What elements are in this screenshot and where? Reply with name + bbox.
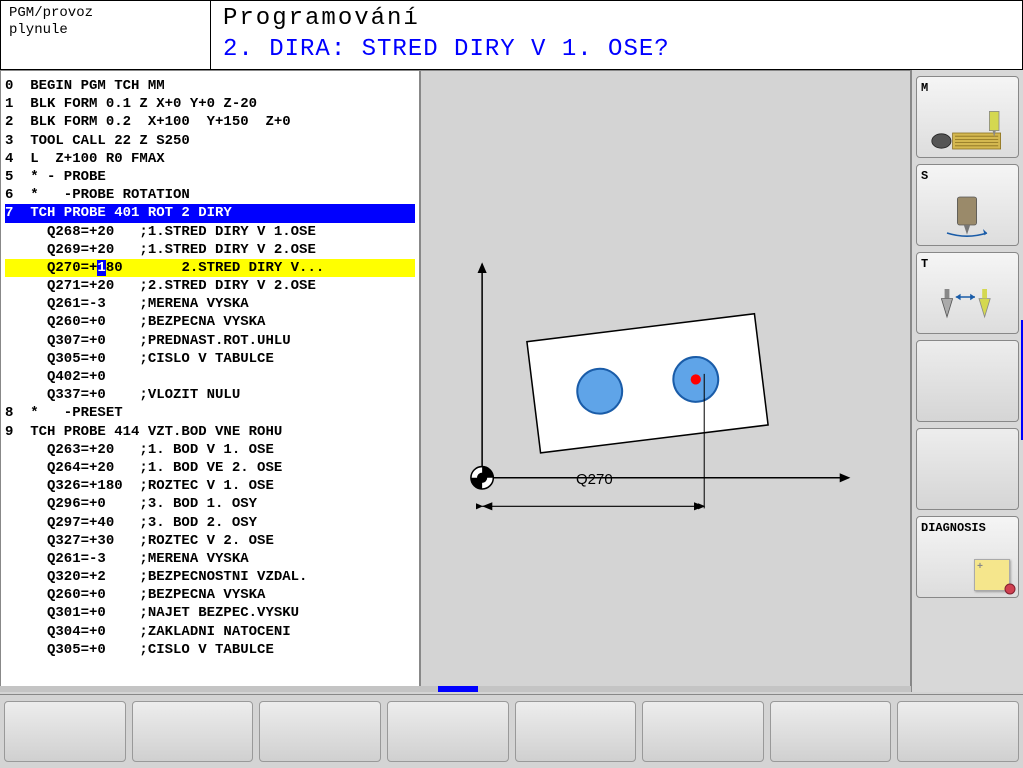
code-line[interactable]: Q269=+20 ;1.STRED DIRY V 2.OSE	[5, 241, 415, 259]
code-line[interactable]: Q260=+0 ;BEZPECNA VYSKA	[5, 313, 415, 331]
code-line[interactable]: 9 TCH PROBE 414 VZT.BOD VNE ROHU	[5, 423, 415, 441]
tool-icon	[921, 281, 1013, 329]
code-line[interactable]: 4 L Z+100 R0 FMAX	[5, 150, 415, 168]
code-line[interactable]: Q261=-3 ;MERENA VYSKA	[5, 550, 415, 568]
side-btn-s[interactable]: S	[916, 164, 1019, 246]
diag-corner-icon	[1004, 583, 1016, 595]
softkey-5[interactable]	[515, 701, 637, 762]
code-line[interactable]: Q301=+0 ;NAJET BEZPEC.VYSKU	[5, 604, 415, 622]
code-line[interactable]: Q297=+40 ;3. BOD 2. OSY	[5, 514, 415, 532]
cycle-diagram	[421, 71, 910, 691]
side-btn-m[interactable]: M	[916, 76, 1019, 158]
side-label-s: S	[921, 169, 928, 183]
code-line[interactable]: Q264=+20 ;1. BOD VE 2. OSE	[5, 459, 415, 477]
code-line[interactable]: Q307=+0 ;PREDNAST.ROT.UHLU	[5, 332, 415, 350]
code-line[interactable]: Q326=+180 ;ROZTEC V 1. OSE	[5, 477, 415, 495]
softkey-6[interactable]	[642, 701, 764, 762]
code-line[interactable]: Q402=+0	[5, 368, 415, 386]
softkey-7[interactable]	[770, 701, 892, 762]
top-bar: PGM/provoz plynule Programování 2. DIRA:…	[0, 0, 1023, 70]
side-btn-5[interactable]	[916, 428, 1019, 510]
code-line[interactable]: Q263=+20 ;1. BOD V 1. OSE	[5, 441, 415, 459]
graphic-panel: Q270	[420, 70, 911, 692]
mode-line2: plynule	[9, 22, 202, 39]
side-label-diagnosis: DIAGNOSIS	[921, 521, 986, 535]
softkey-2[interactable]	[132, 701, 254, 762]
machine-icon	[921, 105, 1013, 153]
side-label-t: T	[921, 257, 928, 271]
title-main: Programování	[223, 5, 1010, 32]
code-line[interactable]: Q304=+0 ;ZAKLADNI NATOCENI	[5, 623, 415, 641]
mode-line1: PGM/provoz	[9, 5, 202, 22]
code-line[interactable]: 7 TCH PROBE 401 ROT 2 DIRY	[5, 204, 415, 222]
code-line[interactable]: 1 BLK FORM 0.1 Z X+0 Y+0 Z-20	[5, 95, 415, 113]
code-line[interactable]: Q268=+20 ;1.STRED DIRY V 1.OSE	[5, 223, 415, 241]
code-panel[interactable]: 0 BEGIN PGM TCH MM1 BLK FORM 0.1 Z X+0 Y…	[0, 70, 420, 692]
mode-box: PGM/provoz plynule	[1, 1, 211, 69]
code-line[interactable]: 8 * -PRESET	[5, 404, 415, 422]
side-btn-diagnosis[interactable]: DIAGNOSIS +	[916, 516, 1019, 598]
softkey-1[interactable]	[4, 701, 126, 762]
spindle-icon	[921, 193, 1013, 241]
code-line[interactable]: 5 * - PROBE	[5, 168, 415, 186]
side-label-m: M	[921, 81, 928, 95]
code-line[interactable]: 2 BLK FORM 0.2 X+100 Y+150 Z+0	[5, 113, 415, 131]
code-line[interactable]: Q305=+0 ;CISLO V TABULCE	[5, 641, 415, 659]
softkey-bar	[0, 694, 1023, 768]
code-line[interactable]: Q260=+0 ;BEZPECNA VYSKA	[5, 586, 415, 604]
dimension-label: Q270	[576, 471, 613, 488]
code-line[interactable]: Q261=-3 ;MERENA VYSKA	[5, 295, 415, 313]
code-line[interactable]: Q296=+0 ;3. BOD 1. OSY	[5, 495, 415, 513]
code-line[interactable]: Q337=+0 ;VLOZIT NULU	[5, 386, 415, 404]
softkey-8[interactable]	[897, 701, 1019, 762]
side-btn-4[interactable]	[916, 340, 1019, 422]
side-btn-t[interactable]: T	[916, 252, 1019, 334]
code-line[interactable]: 3 TOOL CALL 22 Z S250	[5, 132, 415, 150]
code-line[interactable]: Q271=+20 ;2.STRED DIRY V 2.OSE	[5, 277, 415, 295]
code-line[interactable]: 0 BEGIN PGM TCH MM	[5, 77, 415, 95]
softkey-page-indicator	[0, 686, 911, 692]
softkey-4[interactable]	[387, 701, 509, 762]
title-box: Programování 2. DIRA: STRED DIRY V 1. OS…	[211, 1, 1022, 69]
side-panel: M S T	[911, 70, 1023, 692]
softkey-3[interactable]	[259, 701, 381, 762]
code-line[interactable]: Q320=+2 ;BEZPECNOSTNI VZDAL.	[5, 568, 415, 586]
code-line[interactable]: 6 * -PROBE ROTATION	[5, 186, 415, 204]
title-sub: 2. DIRA: STRED DIRY V 1. OSE?	[223, 36, 1010, 63]
code-line[interactable]: Q305=+0 ;CISLO V TABULCE	[5, 350, 415, 368]
code-line[interactable]: Q327=+30 ;ROZTEC V 2. OSE	[5, 532, 415, 550]
code-line[interactable]: Q270=+180 2.STRED DIRY V...	[5, 259, 415, 277]
